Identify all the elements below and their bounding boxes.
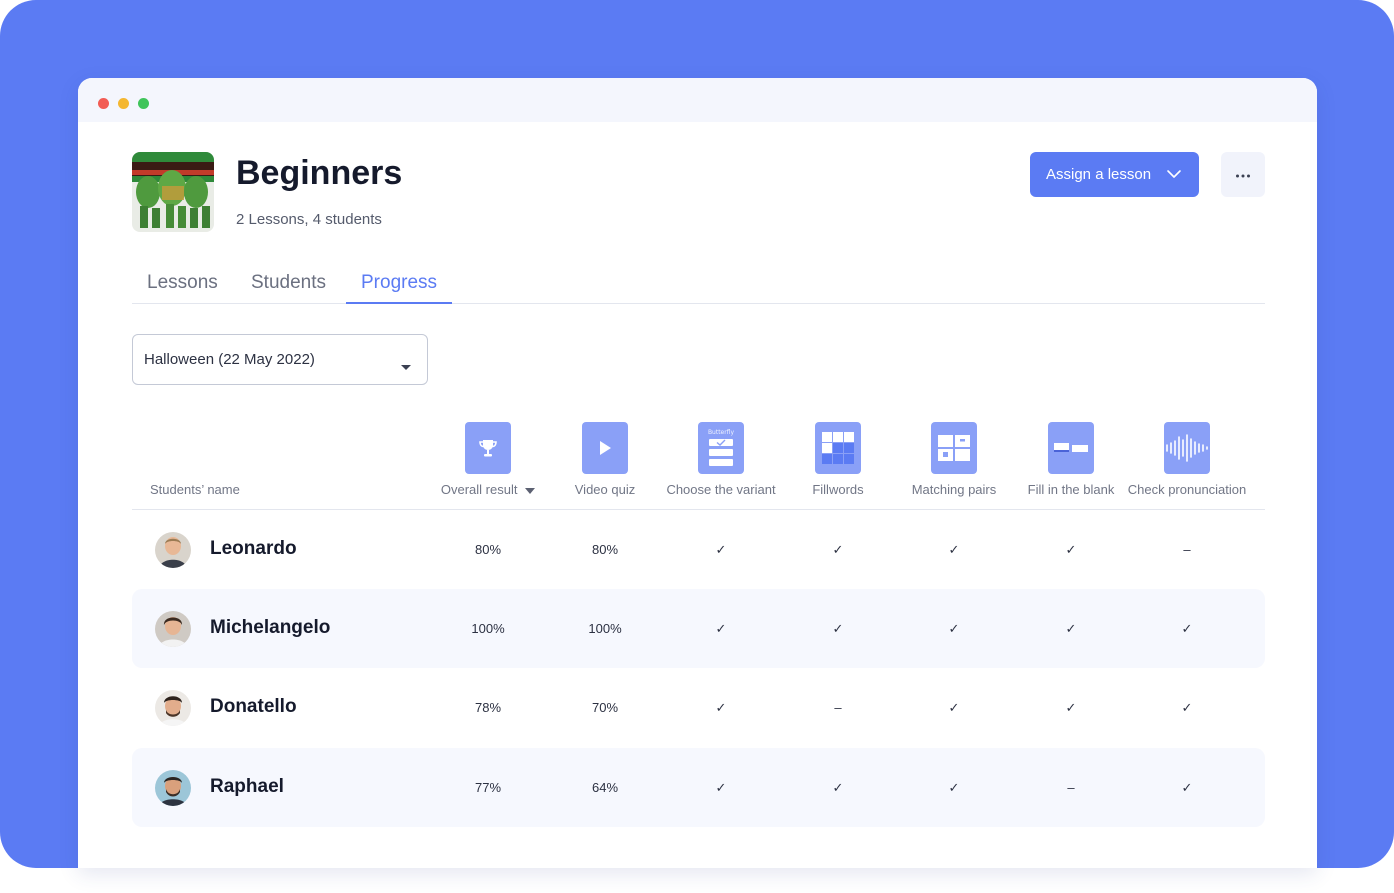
choose-variant-cell: ✓ bbox=[715, 779, 727, 795]
check-pronunciation-label: Check pronunciation bbox=[1127, 482, 1247, 497]
matching-pairs-cell: ✓ bbox=[948, 779, 960, 795]
caret-down-icon bbox=[400, 358, 412, 375]
window-titlebar bbox=[78, 78, 1317, 122]
choose-variant-icon-text: Butterfly bbox=[708, 429, 735, 436]
choose-variant-cell: ✓ bbox=[715, 699, 727, 715]
column-video-quiz: Video quiz bbox=[545, 422, 665, 497]
overall-result-cell: 78% bbox=[474, 700, 502, 715]
video-quiz-cell: 64% bbox=[591, 780, 619, 795]
avatar bbox=[155, 611, 191, 647]
fillwords-cell: ✓ bbox=[832, 779, 844, 795]
tab-students[interactable]: Students bbox=[236, 272, 341, 304]
group-subtitle: 2 Lessons, 4 students bbox=[236, 211, 382, 228]
lesson-select[interactable]: Halloween (22 May 2022) bbox=[132, 334, 428, 385]
more-horizontal-icon bbox=[1235, 166, 1251, 184]
students-name-header: Students’ name bbox=[150, 482, 240, 497]
trophy-icon bbox=[465, 422, 511, 474]
student-name: Michelangelo bbox=[210, 617, 331, 638]
assign-lesson-label: Assign a lesson bbox=[1046, 166, 1152, 183]
play-icon bbox=[582, 422, 628, 474]
close-window-dot[interactable] bbox=[98, 98, 109, 109]
maximize-window-dot[interactable] bbox=[138, 98, 149, 109]
matching-pairs-icon bbox=[931, 422, 977, 474]
more-options-button[interactable] bbox=[1221, 152, 1265, 197]
overall-result-cell: 77% bbox=[474, 780, 502, 795]
sound-wave-icon bbox=[1164, 422, 1210, 474]
check-pronunciation-cell: ✓ bbox=[1181, 620, 1193, 636]
matching-pairs-cell: ✓ bbox=[948, 699, 960, 715]
choose-the-variant-label: Choose the variant bbox=[666, 482, 776, 497]
fillwords-cell: ✓ bbox=[832, 620, 844, 636]
overall-result-cell: 80% bbox=[474, 542, 502, 557]
overall-result-cell: 100% bbox=[471, 621, 505, 636]
student-name: Raphael bbox=[210, 776, 284, 797]
avatar bbox=[155, 770, 191, 806]
avatar bbox=[155, 532, 191, 568]
check-pronunciation-cell: ✓ bbox=[1181, 779, 1193, 795]
tab-progress[interactable]: Progress bbox=[346, 272, 453, 304]
tab-bar: Lessons Students Progress bbox=[132, 264, 1265, 304]
table-row[interactable]: Michelangelo 100% 100% ✓ ✓ ✓ ✓ ✓ bbox=[132, 589, 1265, 668]
matching-pairs-cell: ✓ bbox=[948, 541, 960, 557]
fill-in-the-blank-label: Fill in the blank bbox=[1027, 482, 1115, 497]
tab-lessons[interactable]: Lessons bbox=[132, 272, 233, 304]
video-quiz-label: Video quiz bbox=[574, 482, 636, 497]
group-title: Beginners bbox=[236, 154, 403, 192]
fill-blank-cell: ✓ bbox=[1065, 699, 1077, 715]
column-fillwords: Fillwords bbox=[778, 422, 898, 497]
assign-lesson-button[interactable]: Assign a lesson bbox=[1030, 152, 1199, 197]
fill-blank-cell: ✓ bbox=[1065, 620, 1077, 636]
minimize-window-dot[interactable] bbox=[118, 98, 129, 109]
fill-blank-cell: – bbox=[1067, 780, 1075, 795]
lesson-select-value: Halloween (22 May 2022) bbox=[144, 351, 315, 368]
column-fill-in-the-blank: Fill in the blank bbox=[1011, 422, 1131, 497]
table-row[interactable]: Leonardo 80% 80% ✓ ✓ ✓ ✓ – bbox=[132, 510, 1265, 589]
table-row[interactable]: Raphael 77% 64% ✓ ✓ ✓ – ✓ bbox=[132, 748, 1265, 827]
choose-variant-icon: Butterfly bbox=[698, 422, 744, 474]
matching-pairs-label: Matching pairs bbox=[911, 482, 997, 497]
chevron-down-icon bbox=[1166, 167, 1182, 185]
column-choose-the-variant: Butterfly Choose the variant bbox=[661, 422, 781, 497]
fill-blank-icon bbox=[1048, 422, 1094, 474]
fillwords-grid-icon bbox=[815, 422, 861, 474]
video-quiz-cell: 80% bbox=[591, 542, 619, 557]
avatar bbox=[155, 690, 191, 726]
matching-pairs-cell: ✓ bbox=[948, 620, 960, 636]
fill-blank-cell: ✓ bbox=[1065, 541, 1077, 557]
fillwords-cell: – bbox=[834, 700, 842, 715]
student-name: Donatello bbox=[210, 696, 297, 717]
check-pronunciation-cell: – bbox=[1183, 542, 1191, 557]
column-matching-pairs: Matching pairs bbox=[894, 422, 1014, 497]
fillwords-label: Fillwords bbox=[812, 482, 864, 497]
app-window: Beginners 2 Lessons, 4 students Assign a… bbox=[78, 78, 1317, 868]
overall-result-label: Overall result bbox=[440, 482, 518, 497]
table-row[interactable]: Donatello 78% 70% ✓ – ✓ ✓ ✓ bbox=[132, 668, 1265, 747]
choose-variant-cell: ✓ bbox=[715, 541, 727, 557]
check-pronunciation-cell: ✓ bbox=[1181, 699, 1193, 715]
fillwords-cell: ✓ bbox=[832, 541, 844, 557]
column-overall-result[interactable]: Overall result bbox=[428, 422, 548, 497]
student-name: Leonardo bbox=[210, 538, 297, 559]
group-thumbnail bbox=[132, 152, 214, 232]
video-quiz-cell: 70% bbox=[591, 700, 619, 715]
column-check-pronunciation: Check pronunciation bbox=[1127, 422, 1247, 497]
video-quiz-cell: 100% bbox=[588, 621, 622, 636]
choose-variant-cell: ✓ bbox=[715, 620, 727, 636]
sort-caret-icon[interactable] bbox=[525, 482, 536, 497]
